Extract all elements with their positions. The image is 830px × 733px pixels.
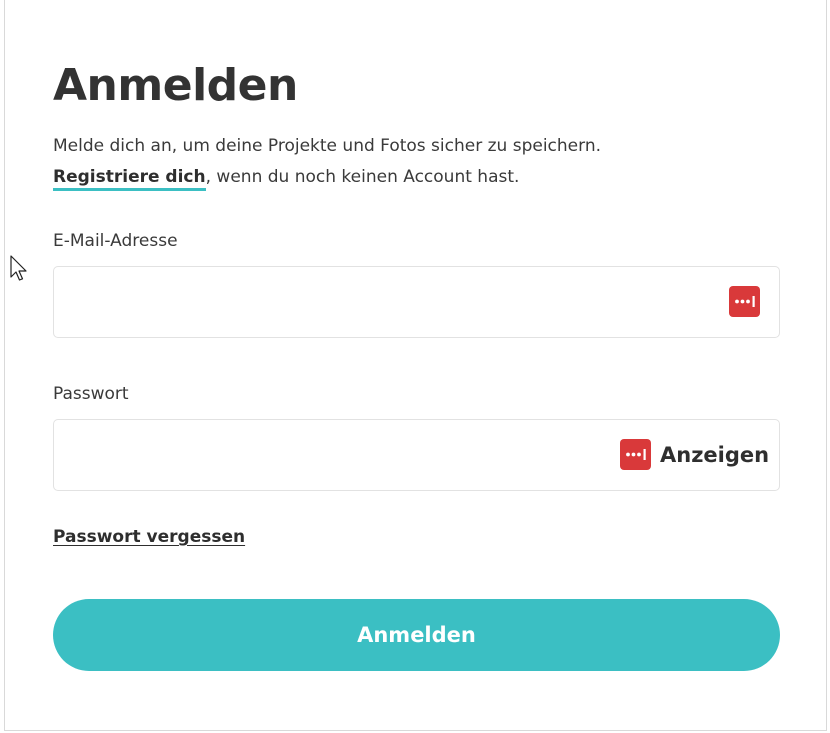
register-link[interactable]: Registriere dich xyxy=(53,167,206,191)
login-button[interactable]: Anmelden xyxy=(53,599,780,671)
password-manager-icon[interactable] xyxy=(620,439,651,470)
forgot-password-link[interactable]: Passwort vergessen xyxy=(53,525,245,549)
password-label: Passwort xyxy=(53,384,129,404)
register-hint: Registriere dich, wenn du noch keinen Ac… xyxy=(53,165,520,191)
password-field[interactable] xyxy=(68,420,612,492)
page-title: Anmelden xyxy=(53,60,298,111)
register-hint-suffix: , wenn du noch keinen Account hast. xyxy=(205,167,520,187)
email-label: E-Mail-Adresse xyxy=(53,231,178,251)
show-password-toggle[interactable]: Anzeigen xyxy=(660,442,769,468)
password-manager-icon[interactable] xyxy=(729,286,760,317)
mouse-pointer-icon xyxy=(10,255,27,281)
password-field-box[interactable]: Anzeigen xyxy=(53,419,780,492)
intro-text: Melde dich an, um deine Projekte und Fot… xyxy=(53,136,601,156)
email-field[interactable] xyxy=(68,267,612,339)
email-field-box[interactable] xyxy=(53,266,780,339)
